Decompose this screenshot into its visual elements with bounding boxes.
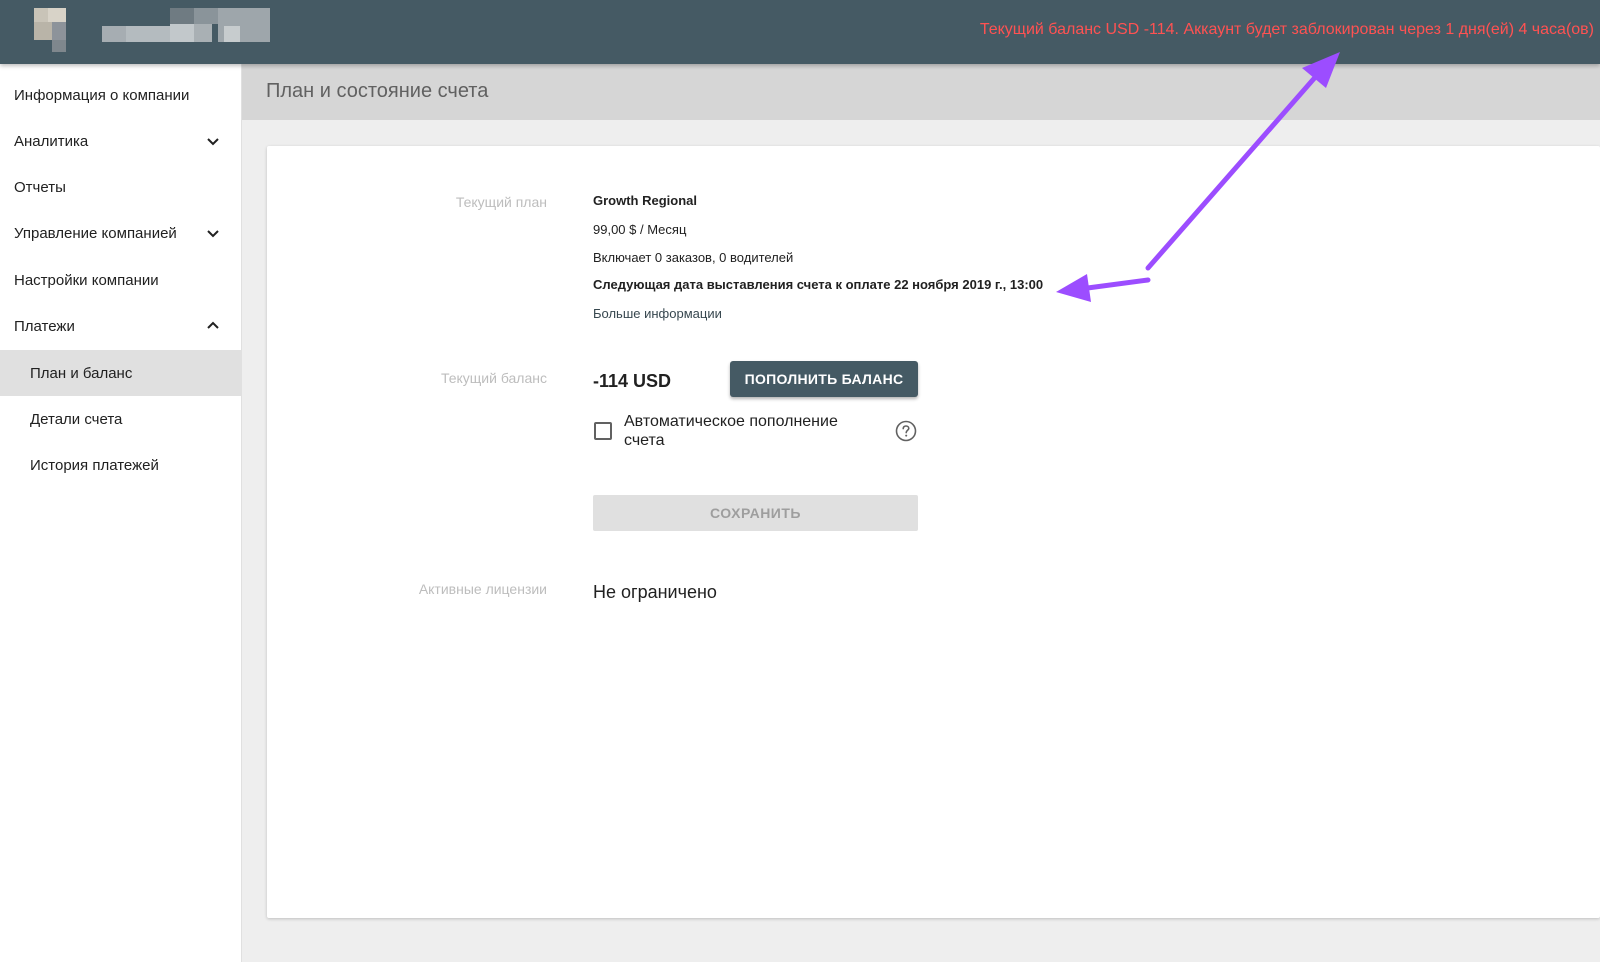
- save-button[interactable]: СОХРАНИТЬ: [593, 495, 918, 531]
- sidebar-item-company-info[interactable]: Информация о компании: [0, 72, 241, 118]
- plan-price: 99,00 $ / Месяц: [593, 222, 687, 237]
- sidebar-item-label: Управление компанией: [14, 224, 177, 242]
- top-bar: Текущий баланс USD -114. Аккаунт будет з…: [0, 0, 1600, 64]
- balance-value: -114 USD: [593, 371, 672, 391]
- sidebar-item-label: Детали счета: [30, 410, 123, 428]
- sidebar-item-label: История платежей: [30, 456, 159, 474]
- company-logo[interactable]: [34, 8, 274, 52]
- sidebar-item-company-settings[interactable]: Настройки компании: [0, 257, 241, 303]
- auto-topup-checkbox[interactable]: [594, 422, 612, 440]
- plan-name: Growth Regional: [593, 193, 697, 208]
- sidebar-item-analytics[interactable]: Аналитика: [0, 118, 241, 164]
- page-header: План и состояние счета: [242, 64, 1600, 120]
- sidebar: Информация о компании Аналитика Отчеты У…: [0, 64, 242, 962]
- sidebar-item-label: Отчеты: [14, 178, 66, 196]
- sidebar-item-plan-balance[interactable]: План и баланс: [0, 350, 241, 396]
- sidebar-item-account-details[interactable]: Детали счета: [0, 396, 241, 442]
- sidebar-item-label: План и баланс: [30, 364, 133, 382]
- sidebar-item-label: Настройки компании: [14, 271, 159, 289]
- sidebar-item-label: Информация о компании: [14, 86, 190, 104]
- help-circle-icon[interactable]: [895, 420, 917, 442]
- chevron-down-icon[interactable]: [205, 225, 221, 241]
- sidebar-item-company-management[interactable]: Управление компанией: [0, 210, 241, 256]
- auto-topup-label[interactable]: Автоматическое пополнение счета: [624, 412, 874, 450]
- plan-includes: Включает 0 заказов, 0 водителей: [593, 250, 794, 265]
- top-up-balance-button[interactable]: ПОПОЛНИТЬ БАЛАНС: [730, 361, 918, 397]
- sidebar-item-payment-history[interactable]: История платежей: [0, 442, 241, 488]
- sidebar-item-reports[interactable]: Отчеты: [0, 164, 241, 210]
- sidebar-item-payments[interactable]: Платежи: [0, 303, 241, 349]
- next-billing-date: Следующая дата выставления счета к оплат…: [593, 277, 1044, 292]
- sidebar-item-label: Платежи: [14, 317, 75, 335]
- sidebar-item-label: Аналитика: [14, 132, 89, 150]
- chevron-up-icon[interactable]: [205, 318, 221, 334]
- page-title: План и состояние счета: [266, 80, 489, 102]
- chevron-down-icon[interactable]: [205, 133, 221, 149]
- balance-warning: Текущий баланс USD -114. Аккаунт будет з…: [979, 21, 1594, 38]
- plan-card: Текущий план Growth Regional 99,00 $ / М…: [267, 146, 1600, 918]
- current-plan-label: Текущий план: [455, 194, 547, 210]
- active-licenses-value: Не ограничено: [593, 582, 717, 602]
- more-info-link[interactable]: Больше информации: [593, 306, 722, 321]
- current-balance-label: Текущий баланс: [440, 370, 547, 386]
- active-licenses-label: Активные лицензии: [418, 581, 547, 597]
